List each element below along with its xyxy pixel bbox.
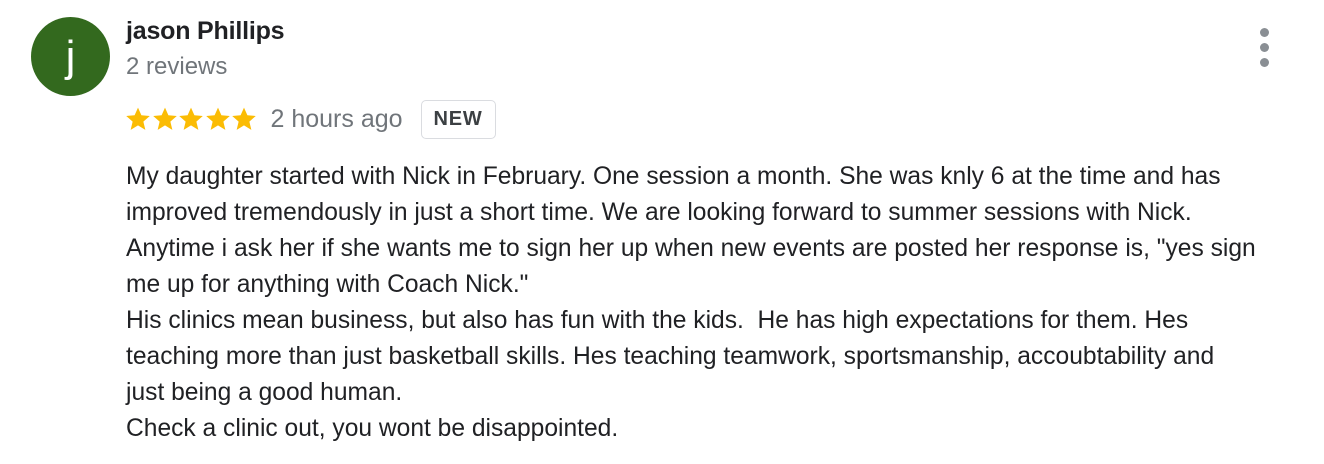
- rating-row: 2 hours ago NEW: [124, 98, 496, 140]
- reviewer-name[interactable]: jason Phillips: [126, 17, 285, 46]
- review-time: 2 hours ago: [270, 104, 403, 133]
- new-badge: NEW: [420, 99, 496, 139]
- review-text-line: improved tremendously in just a short ti…: [126, 199, 1192, 226]
- review-text-line: teaching more than just basketball skill…: [126, 343, 1215, 370]
- more-vert-icon-dot: [1260, 58, 1269, 67]
- review-text-line: Check a clinic out, you wont be disappoi…: [126, 415, 619, 442]
- star-icon: [179, 107, 203, 130]
- more-vert-icon: [1260, 28, 1269, 37]
- avatar-letter: j: [65, 32, 76, 81]
- review-card: j jason Phillips 2 reviews 2 hours ago N…: [0, 0, 1324, 464]
- review-text: My daughter started with Nick in Februar…: [126, 159, 1316, 447]
- reviewer-review-count[interactable]: 2 reviews: [126, 53, 227, 81]
- star-icon: [232, 107, 256, 130]
- more-options-button[interactable]: [1254, 28, 1278, 68]
- review-text-line: His clinics mean business, but also has …: [126, 307, 1189, 334]
- review-text-line: Anytime i ask her if she wants me to sig…: [126, 235, 1256, 262]
- star-icon: [205, 107, 230, 130]
- more-vert-icon-dot: [1260, 43, 1269, 52]
- star-rating: [124, 105, 257, 133]
- reviewer-avatar[interactable]: j: [31, 17, 110, 96]
- review-text-line: me up for anything with Coach Nick.": [126, 271, 529, 298]
- star-icon: [126, 107, 150, 130]
- star-icon: [152, 107, 177, 130]
- review-text-line: My daughter started with Nick in Februar…: [126, 163, 1221, 190]
- review-text-line: just being a good human.: [126, 379, 403, 406]
